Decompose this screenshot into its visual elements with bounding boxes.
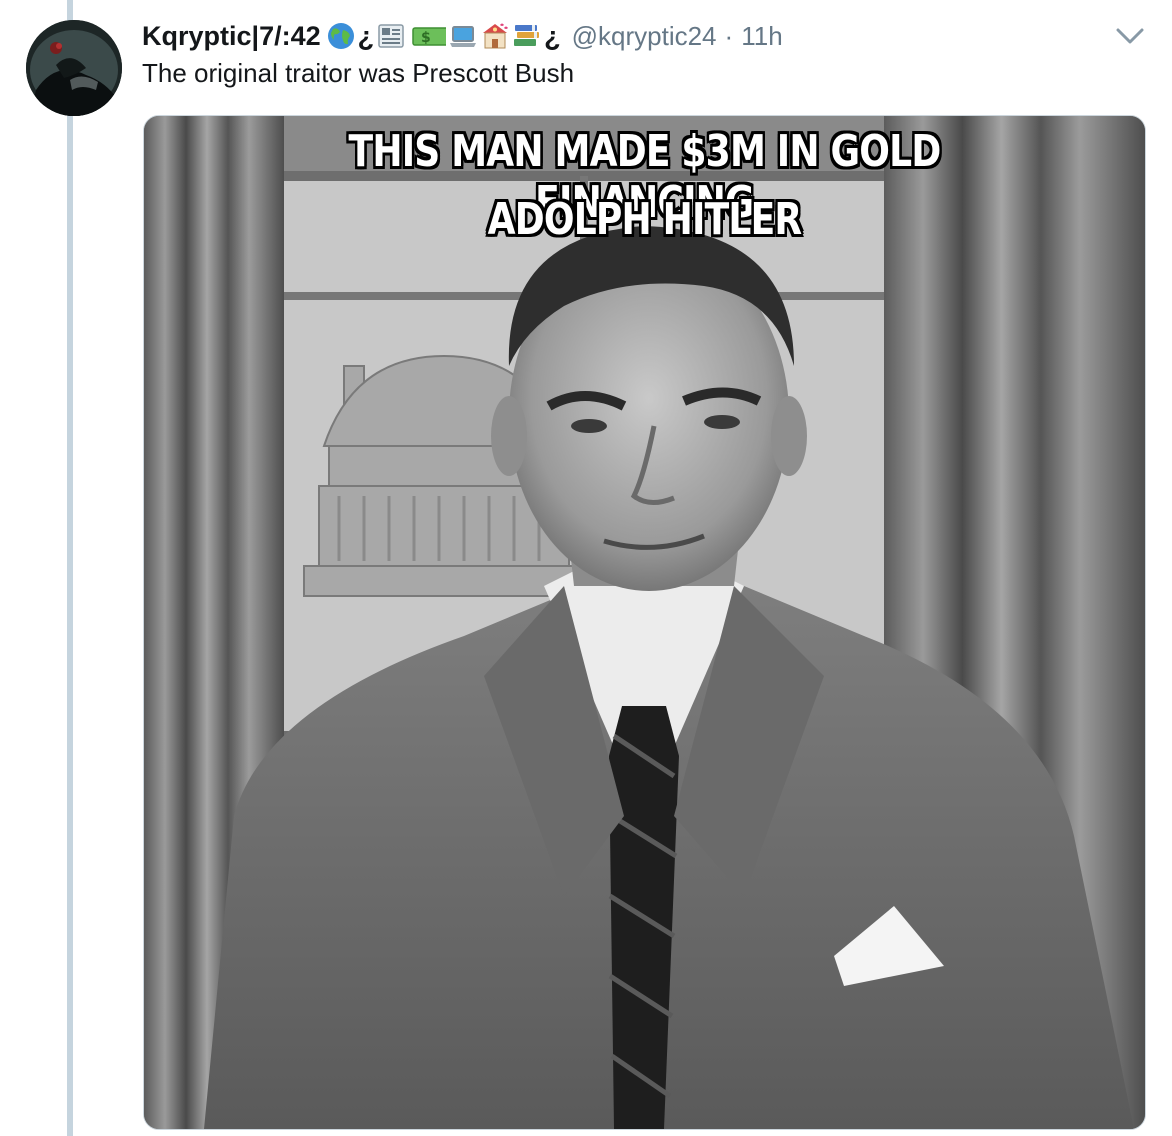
display-name[interactable]: Kqryptic|7/:42 [142, 21, 321, 52]
user-handle[interactable]: @kqryptic24 [572, 21, 717, 52]
tweet-timestamp[interactable]: 11h [741, 21, 782, 52]
svg-text:$: $ [421, 30, 431, 46]
laptop-icon [450, 26, 477, 47]
globe-icon [327, 23, 354, 49]
school-icon [483, 23, 509, 49]
avatar-image [26, 20, 122, 116]
name-emoji-run: ¿ $ ¿ [325, 21, 562, 52]
chevron-down-icon[interactable] [1114, 24, 1146, 48]
money-icon: $ [412, 27, 447, 46]
inverted-question-mark: ¿ [357, 20, 375, 51]
tweet-media-image[interactable]: THIS MAN MADE $3M IN GOLD FINANCING ADOL… [143, 115, 1146, 1130]
books-icon [514, 25, 540, 46]
meme-caption-line-2: ADOLPH HITLER [487, 194, 803, 245]
tweet-text: The original traitor was Prescott Bush [142, 58, 575, 88]
thread-connector-line [67, 0, 73, 1136]
avatar[interactable] [26, 20, 122, 116]
meme-photo [144, 116, 1145, 1129]
newspaper-icon [378, 24, 404, 48]
inverted-question-mark: ¿ [544, 20, 561, 51]
tweet-header: Kqryptic|7/:42 ¿ $ ¿ @kqryptic24 · 11h [142, 16, 783, 56]
separator-dot: · [724, 20, 734, 51]
